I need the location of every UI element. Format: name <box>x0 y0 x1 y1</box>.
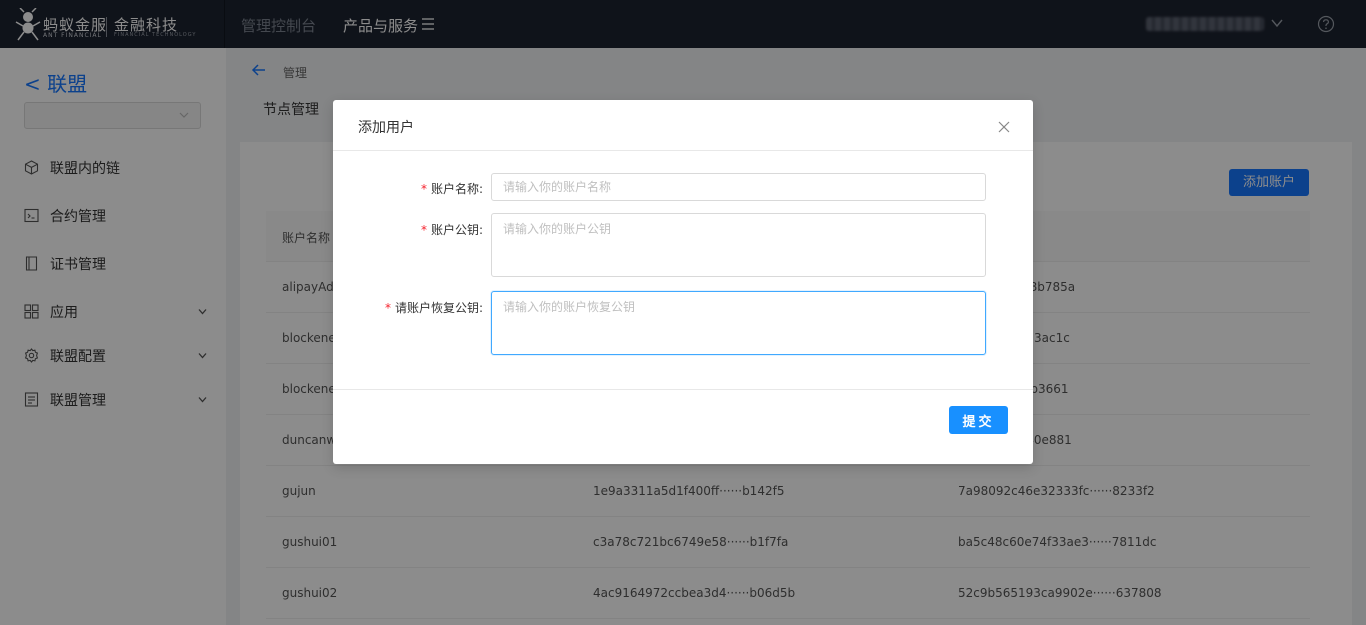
public-key-label: * 账户公钥: <box>420 223 483 237</box>
close-icon[interactable] <box>998 121 1010 133</box>
required-mark: * <box>420 223 427 237</box>
account-name-label: * 账户名称: <box>420 182 483 196</box>
required-mark: * <box>384 301 391 315</box>
modal-header: 添加用户 <box>333 100 1033 151</box>
required-mark: * <box>420 182 427 196</box>
public-key-input[interactable] <box>491 213 986 277</box>
add-user-modal: 添加用户 *账户名称: *账户公钥: *请账户恢复公钥: 提交 <box>333 100 1033 464</box>
modal-footer: 提交 <box>333 389 1033 464</box>
submit-button[interactable]: 提交 <box>949 406 1008 434</box>
account-name-input[interactable] <box>491 173 986 201</box>
recovery-key-label: * 请账户恢复公钥: <box>384 301 483 315</box>
modal-title: 添加用户 <box>358 120 414 136</box>
recovery-key-input[interactable] <box>491 291 986 355</box>
